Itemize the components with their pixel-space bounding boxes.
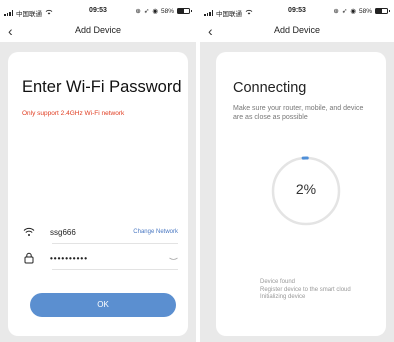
nav-title: Add Device: [273, 25, 321, 35]
status-right: ⊕ ➶ ◉ 58%: [135, 7, 192, 15]
status-right: ⊕ ➶ ◉ 58%: [333, 7, 390, 15]
divider: [52, 269, 178, 270]
network-row: ssg666 Change Network: [22, 223, 178, 241]
connection-steps: Device found Register device to the smar…: [260, 279, 351, 302]
alarm-icon: ◉: [350, 8, 356, 15]
wifi-icon: [22, 225, 36, 239]
nav-bar: ‹ Add Device: [200, 22, 394, 42]
add-wifi-screen: 中国联通 09:53 ⊕ ➶ ◉ 58% ‹ Add Device Enter …: [0, 0, 196, 342]
page-title: Connecting: [233, 80, 307, 96]
nav-bar: ‹ Add Device: [0, 22, 196, 42]
battery-percent: 58%: [358, 7, 372, 15]
battery-percent: 58%: [160, 7, 174, 15]
lock-rotation-icon: ⊕: [135, 8, 141, 15]
location-icon: ➶: [143, 8, 150, 15]
lock-rotation-icon: ⊕: [333, 8, 339, 15]
password-field[interactable]: ••••••••••: [50, 254, 169, 263]
page-title: Enter Wi-Fi Password: [22, 78, 182, 96]
progress-percent: 2%: [295, 181, 317, 197]
step-item: Initializing device: [260, 294, 306, 300]
lock-icon: [22, 251, 36, 265]
connecting-description: Make sure your router, mobile, and devic…: [233, 105, 364, 121]
step-item: Device found: [260, 279, 296, 285]
status-bar: 中国联通 09:53 ⊕ ➶ ◉ 58%: [200, 0, 394, 22]
divider: [52, 243, 178, 244]
step-item: Register device to the smart cloud: [260, 286, 351, 293]
password-row[interactable]: ••••••••••: [22, 249, 178, 267]
network-name: ssg666: [50, 227, 76, 237]
alarm-icon: ◉: [152, 8, 158, 15]
status-bar: 中国联通 09:53 ⊕ ➶ ◉ 58%: [0, 0, 196, 22]
battery-icon: [375, 8, 390, 14]
frequency-warning: Only support 2.4GHz Wi-Fi network: [22, 110, 125, 117]
change-network-link[interactable]: Change Network: [133, 229, 178, 235]
location-icon: ➶: [341, 8, 348, 15]
progress-ring: 2%: [270, 155, 342, 227]
ok-button[interactable]: OK: [30, 293, 176, 317]
hide-password-icon[interactable]: [169, 254, 178, 263]
connecting-screen: 中国联通 09:53 ⊕ ➶ ◉ 58% ‹ Add Device Connec…: [200, 0, 394, 342]
battery-icon: [177, 8, 192, 14]
nav-title: Add Device: [74, 25, 122, 35]
